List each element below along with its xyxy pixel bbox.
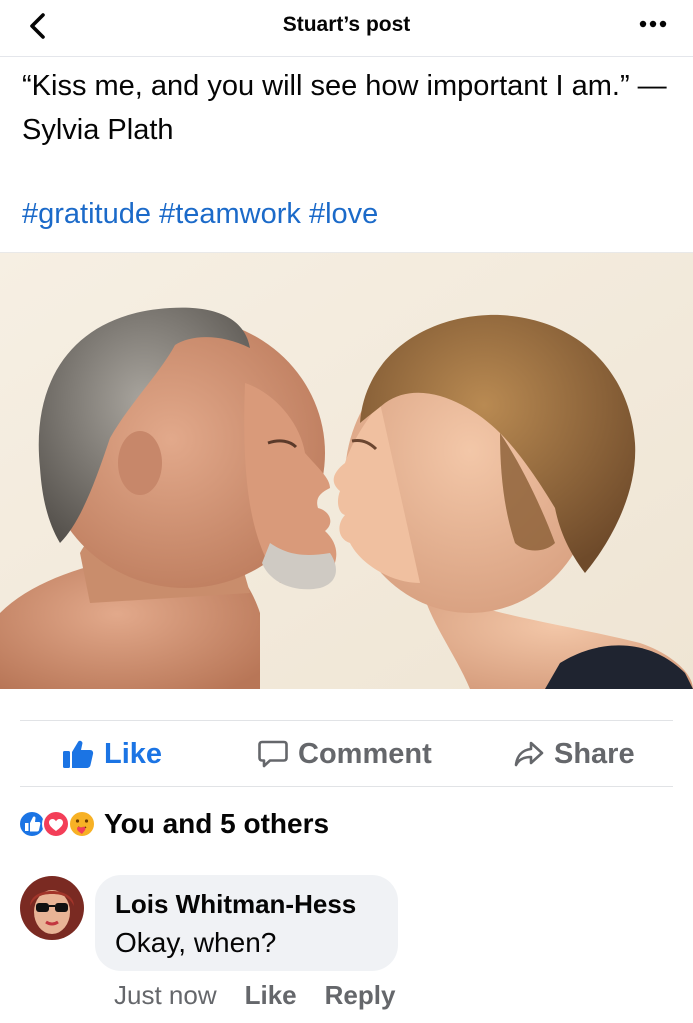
comment-text: Okay, when? — [115, 927, 277, 958]
like-button[interactable]: Like — [62, 722, 162, 786]
commenter-avatar-image — [20, 876, 84, 940]
comment-label: Comment — [298, 737, 432, 770]
share-button[interactable]: Share — [514, 722, 635, 786]
share-arrow-icon — [514, 741, 544, 767]
care-reaction-icon — [68, 810, 96, 838]
hashtag-gratitude[interactable]: #gratitude — [22, 198, 151, 230]
reactions-summary[interactable]: You and 5 others — [18, 806, 329, 842]
post-text: “Kiss me, and you will see how important… — [22, 70, 667, 146]
comment-bubble: Lois Whitman-Hess Okay, when? — [95, 875, 398, 971]
hashtags: #gratitude #teamwork #love — [22, 192, 378, 236]
reaction-icons — [18, 809, 100, 839]
divider — [20, 720, 673, 721]
comment-timestamp: Just now — [114, 980, 217, 1010]
top-bar: Stuart’s post — [0, 0, 693, 57]
post-actions: Like Comment Share — [0, 722, 693, 786]
comment-author[interactable]: Lois Whitman-Hess — [115, 889, 356, 920]
share-label: Share — [554, 737, 635, 770]
more-options-button[interactable] — [633, 10, 673, 38]
post-photo[interactable] — [0, 252, 693, 689]
love-reaction-icon — [42, 810, 70, 838]
avatar[interactable] — [20, 876, 84, 940]
hashtag-teamwork[interactable]: #teamwork — [159, 198, 301, 230]
divider — [20, 786, 673, 787]
comment-bubble-icon — [258, 740, 288, 768]
comment-reply-button[interactable]: Reply — [325, 980, 396, 1011]
kiss-photo-illustration — [0, 253, 693, 689]
reactions-count-text: You and 5 others — [104, 808, 330, 839]
page-title: Stuart’s post — [282, 13, 411, 36]
comment-button[interactable]: Comment — [258, 722, 432, 786]
comment-meta: Just now Like Reply — [114, 980, 395, 1011]
like-label: Like — [104, 737, 163, 770]
hashtag-love[interactable]: #love — [309, 198, 378, 230]
like-reaction-icon — [18, 810, 46, 838]
comment-like-button[interactable]: Like — [245, 980, 297, 1011]
ellipsis-icon — [639, 20, 667, 28]
thumbs-up-icon — [63, 740, 94, 768]
